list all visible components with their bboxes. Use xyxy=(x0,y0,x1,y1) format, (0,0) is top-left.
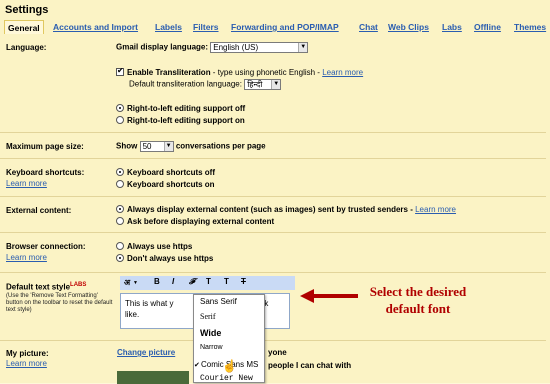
browser-connection-row: Browser connection: Learn more Always us… xyxy=(0,232,546,272)
keyboard-off-radio[interactable] xyxy=(116,168,124,176)
https-dont-radio[interactable] xyxy=(116,254,124,262)
change-picture-link[interactable]: Change picture xyxy=(117,348,175,357)
chevron-down-icon: ▼ xyxy=(163,142,173,151)
settings-tabs: General Accounts and Import Labels Filte… xyxy=(0,20,550,34)
external-always-radio[interactable] xyxy=(116,205,124,213)
font-option-sans-serif[interactable]: Sans Serif xyxy=(200,297,237,306)
external-ask-option[interactable]: Ask before displaying external content xyxy=(116,217,274,226)
language-label: Language: xyxy=(6,43,47,52)
external-content-row: External content: Always display externa… xyxy=(0,196,546,232)
text-style-note: (Use the 'Remove Text Formatting' button… xyxy=(6,293,113,313)
tab-web-clips[interactable]: Web Clips xyxy=(388,20,429,34)
transliteration-checkbox[interactable] xyxy=(116,66,124,76)
font-size-button[interactable]: T xyxy=(206,277,211,286)
keyboard-label: Keyboard shortcuts: xyxy=(6,168,85,177)
chevron-down-icon: ▼ xyxy=(298,43,308,52)
external-always-option[interactable]: Always display external content (such as… xyxy=(116,205,456,214)
tab-offline[interactable]: Offline xyxy=(474,20,501,34)
external-learn-more[interactable]: Learn more xyxy=(415,205,456,214)
annotation-arrow-icon xyxy=(300,289,358,303)
picture-label: My picture: xyxy=(6,349,49,358)
picture-visibility-text: yone xyxy=(268,348,287,357)
font-option-courier-new[interactable]: Courier New xyxy=(200,374,253,383)
rtl-off-option[interactable]: Right-to-left editing support off xyxy=(116,104,245,113)
page-size-setting: Show 50 ▼ conversations per page xyxy=(116,141,266,152)
https-always-option[interactable]: Always use https xyxy=(116,242,192,251)
rtl-off-radio[interactable] xyxy=(116,104,124,112)
https-dont-option[interactable]: Don't always use https xyxy=(116,254,213,263)
picture-thumbnail xyxy=(117,371,189,384)
font-option-serif[interactable]: Serif xyxy=(200,312,216,321)
browser-learn-more[interactable]: Learn more xyxy=(6,253,47,262)
language-row: Language: Gmail display language: Englis… xyxy=(0,34,546,132)
page-title: Settings xyxy=(5,4,49,16)
default-translit: Default transliteration language: हिन्दी… xyxy=(129,79,282,90)
chevron-down-icon: ▼ xyxy=(133,280,138,286)
external-content-label: External content: xyxy=(6,206,72,215)
keyboard-on-radio[interactable] xyxy=(116,180,124,188)
browser-connection-label: Browser connection: xyxy=(6,242,86,251)
settings-frame: Settings General Accounts and Import Lab… xyxy=(0,0,550,384)
text-color-button[interactable]: T xyxy=(224,277,229,286)
italic-button[interactable]: I xyxy=(172,277,174,286)
keyboard-off-option[interactable]: Keyboard shortcuts off xyxy=(116,168,215,177)
tab-chat[interactable]: Chat xyxy=(359,20,378,34)
text-style-label: Default text styleLABS xyxy=(6,282,87,292)
tab-forwarding[interactable]: Forwarding and POP/IMAP xyxy=(231,20,339,34)
format-toolbar: अ ▼ B I 𝓕 T T T xyxy=(120,276,295,290)
remove-formatting-button[interactable]: T xyxy=(241,277,246,286)
keyboard-on-option[interactable]: Keyboard shortcuts on xyxy=(116,180,215,189)
font-button[interactable]: अ xyxy=(124,277,130,288)
transliteration-learn-more[interactable]: Learn more xyxy=(322,68,363,77)
picture-visibility-text-2: people I can chat with xyxy=(268,361,352,370)
chevron-down-icon: ▼ xyxy=(271,80,281,89)
font-option-wide[interactable]: Wide xyxy=(200,328,221,338)
labs-badge: LABS xyxy=(70,282,87,288)
tab-general[interactable]: General xyxy=(4,20,44,34)
page-size-row: Maximum page size: Show 50 ▼ conversation… xyxy=(0,132,546,158)
tab-labs[interactable]: Labs xyxy=(442,20,462,34)
display-language-select[interactable]: English (US) ▼ xyxy=(210,42,309,53)
tab-themes[interactable]: Themes xyxy=(514,20,546,34)
rtl-on-option[interactable]: Right-to-left editing support on xyxy=(116,116,245,125)
checkmark-icon: ✔ xyxy=(194,362,200,369)
page-size-select[interactable]: 50 ▼ xyxy=(139,141,174,152)
bold-button[interactable]: B xyxy=(154,277,160,286)
annotation-text: Select the desired default font xyxy=(369,284,467,316)
external-ask-radio[interactable] xyxy=(116,217,124,225)
tab-accounts[interactable]: Accounts and Import xyxy=(53,20,138,34)
page-size-label: Maximum page size: xyxy=(6,142,84,151)
picture-learn-more[interactable]: Learn more xyxy=(6,359,47,368)
tab-labels[interactable]: Labels xyxy=(155,20,182,34)
translit-language-select[interactable]: हिन्दी ▼ xyxy=(244,79,282,90)
keyboard-row: Keyboard shortcuts: Learn more Keyboard … xyxy=(0,158,546,196)
font-family-button[interactable]: 𝓕 xyxy=(189,277,195,287)
hand-cursor-icon: ☝ xyxy=(222,359,237,373)
display-language: Gmail display language: English (US) ▼ xyxy=(116,42,309,53)
rtl-on-radio[interactable] xyxy=(116,116,124,124)
transliteration-option: Enable Transliteration - type using phon… xyxy=(116,66,363,77)
picture-row: My picture: Learn more Change picture yo… xyxy=(0,340,546,384)
https-always-radio[interactable] xyxy=(116,242,124,250)
keyboard-learn-more[interactable]: Learn more xyxy=(6,179,47,188)
tab-filters[interactable]: Filters xyxy=(193,20,219,34)
font-option-narrow[interactable]: Narrow xyxy=(200,344,223,351)
